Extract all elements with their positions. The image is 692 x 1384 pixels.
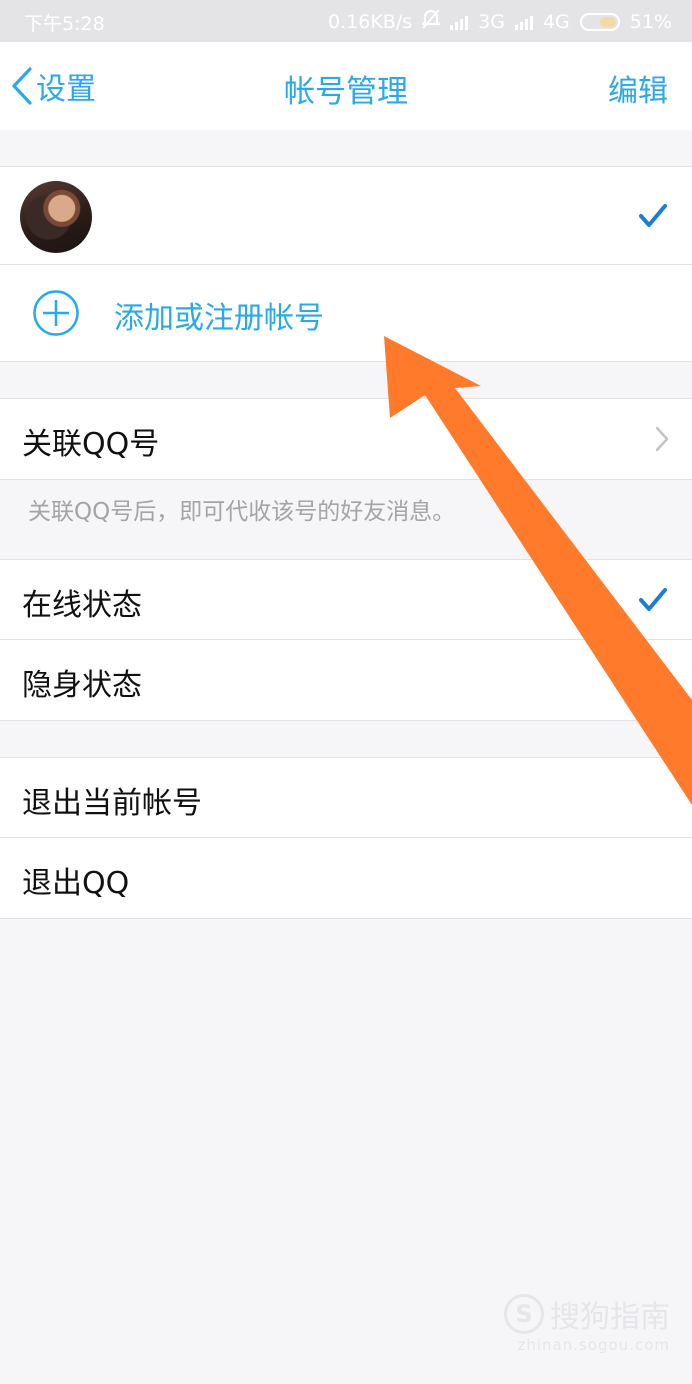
network-3g: 3G [478,10,505,33]
signal-icon-2 [514,14,533,30]
edit-button[interactable]: 编辑 [608,66,668,110]
network-4g: 4G [542,10,570,33]
add-account-row[interactable]: 添加或注册帐号 [0,265,692,361]
account-row[interactable] [0,167,692,265]
check-icon [639,204,667,227]
watermark-url: zhinan.sogou.com [517,1336,670,1354]
check-icon [639,588,667,611]
link-qq-label: 关联QQ号 [22,427,160,462]
quit-qq-label: 退出QQ [22,866,130,901]
status-group: 在线状态 隐身状态 [0,559,692,721]
logout-current-row[interactable]: 退出当前帐号 [0,758,692,838]
watermark: S 搜狗指南 zhinan.sogou.com [504,1292,670,1354]
page-title: 帐号管理 [284,74,408,110]
status-time: 下午5:28 [24,13,105,35]
online-status-label: 在线状态 [22,588,142,623]
status-bar: 下午5:28 0.16KB/s 3G 4G 51% [0,0,692,42]
signal-icon [450,14,469,30]
sogou-logo-icon: S [504,1294,544,1334]
link-qq-group: 关联QQ号 [0,398,692,480]
accounts-group: 添加或注册帐号 [0,166,692,362]
battery-level: 51% [629,10,672,33]
link-qq-row[interactable]: 关联QQ号 [0,399,692,479]
avatar [20,181,92,253]
nav-bar: 设置 帐号管理 编辑 [0,42,692,130]
exit-group: 退出当前帐号 退出QQ [0,757,692,919]
watermark-title: S 搜狗指南 [504,1292,670,1336]
chevron-right-icon [655,426,669,452]
add-account-label: 添加或注册帐号 [114,301,324,336]
battery-icon [579,12,620,31]
add-circle-icon [33,290,79,336]
online-status-row[interactable]: 在线状态 [0,560,692,640]
alarm-off-icon [420,9,442,34]
logout-current-label: 退出当前帐号 [22,786,202,821]
status-right: 0.16KB/s 3G 4G 51% [328,9,672,34]
invisible-status-label: 隐身状态 [22,668,142,703]
invisible-status-row[interactable]: 隐身状态 [0,640,692,720]
link-qq-hint: 关联QQ号后，即可代收该号的好友消息。 [28,499,456,525]
network-speed: 0.16KB/s [328,10,413,33]
watermark-text: 搜狗指南 [550,1300,670,1335]
quit-qq-row[interactable]: 退出QQ [0,838,692,918]
